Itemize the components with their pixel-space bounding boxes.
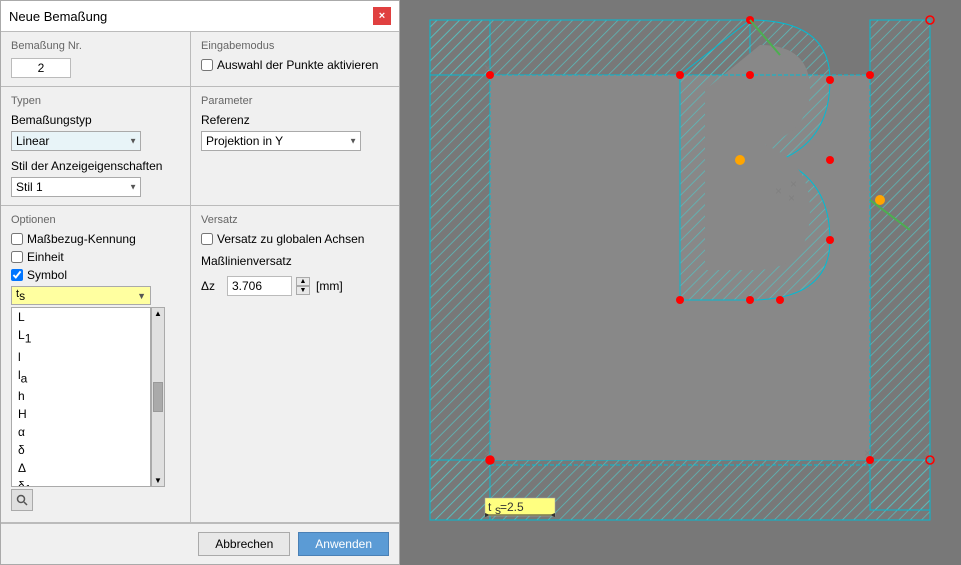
cad-view: × × × × × × × × t s =2.5	[400, 0, 961, 565]
apply-button[interactable]: Anwenden	[298, 532, 389, 556]
title-bar: Neue Bemaßung ×	[1, 1, 399, 32]
stil-select-wrapper: Stil 1	[11, 177, 141, 197]
dropdown-item-delta1[interactable]: δ1	[12, 477, 150, 487]
symbol-dropdown-container: L L1 l la h H α δ Δ δ1 ▲	[11, 307, 180, 487]
svg-text:×: ×	[484, 446, 491, 460]
dropdown-item-L[interactable]: L	[12, 308, 150, 326]
symbol-area: ts ▼ L L1 l la h H α δ	[11, 286, 180, 511]
versatz-section: Versatz Versatz zu globalen Achsen Maßli…	[191, 206, 399, 522]
massbezug-checkbox[interactable]	[11, 233, 23, 245]
dropdown-item-l[interactable]: l	[12, 348, 150, 366]
versatz-checkbox[interactable]	[201, 233, 213, 245]
scroll-down-arrow[interactable]: ▼	[154, 476, 162, 485]
einheit-text: Einheit	[27, 250, 64, 264]
stil-label-text: Stil der Anzeigeigenschaften	[11, 159, 180, 173]
symbol-dropdown[interactable]: L L1 l la h H α δ Δ δ1	[11, 307, 151, 487]
versatz-checkbox-text: Versatz zu globalen Achsen	[217, 232, 364, 246]
dropdown-item-h[interactable]: h	[12, 387, 150, 405]
svg-text:=2.5: =2.5	[500, 500, 524, 514]
svg-text:×: ×	[788, 191, 795, 205]
versatz-content: Maßlinienversatz Δz ▲ ▼ [mm]	[201, 254, 389, 296]
svg-text:×: ×	[924, 61, 931, 75]
symbol-checkbox[interactable]	[11, 269, 23, 281]
versatz-label: Versatz	[201, 214, 389, 226]
dropdown-item-delta[interactable]: δ	[12, 441, 150, 459]
stil-select[interactable]: Stil 1	[11, 177, 141, 197]
dropdown-item-la[interactable]: la	[12, 366, 150, 387]
search-icon	[16, 494, 28, 506]
eingabemodus-label: Eingabemodus	[201, 40, 389, 52]
spin-buttons: ▲ ▼	[296, 277, 310, 295]
linear-select-wrapper: Linear	[11, 131, 141, 151]
cad-svg: × × × × × × × × t s =2.5	[400, 0, 961, 565]
dropdown-item-H[interactable]: H	[12, 405, 150, 423]
referenz-select-wrapper: Projektion in Y	[201, 131, 361, 151]
symbol-input-display[interactable]: ts ▼	[11, 286, 151, 305]
svg-text:×: ×	[924, 446, 931, 460]
bemassungnr-section: Bemaßung Nr.	[1, 32, 191, 86]
symbol-input-row-wrapper: ts ▼	[11, 286, 180, 307]
dropdown-item-L1[interactable]: L1	[12, 326, 150, 347]
spin-up-button[interactable]: ▲	[296, 277, 310, 286]
symbol-text: Symbol	[27, 268, 67, 282]
parameter-section: Parameter Referenz Projektion in Y	[191, 87, 399, 205]
massbezug-text: Maßbezug-Kennung	[27, 232, 136, 246]
versatz-checkbox-label[interactable]: Versatz zu globalen Achsen	[201, 232, 389, 246]
dropdown-item-Delta[interactable]: Δ	[12, 459, 150, 477]
bemassungstyp-label-text: Bemaßungstyp	[11, 113, 180, 127]
punkte-aktivieren-checkbox[interactable]	[201, 59, 213, 71]
top-row: Bemaßung Nr. Eingabemodus Auswahl der Pu…	[1, 32, 399, 87]
symbol-dropdown-arrow: ▼	[137, 291, 146, 301]
typen-section: Typen Bemaßungstyp Linear Stil der Anzei…	[1, 87, 191, 205]
scroll-thumb[interactable]	[153, 382, 163, 412]
dialog-body: Bemaßung Nr. Eingabemodus Auswahl der Pu…	[1, 32, 399, 564]
close-button[interactable]: ×	[373, 7, 391, 25]
dialog-title: Neue Bemaßung	[9, 9, 107, 24]
footer-buttons: Abbrechen Anwenden	[1, 523, 399, 564]
optionen-section: Optionen Maßbezug-Kennung Einheit Symbol	[1, 206, 191, 522]
linear-select[interactable]: Linear	[11, 131, 141, 151]
bemassungnr-input[interactable]	[11, 58, 71, 78]
dropdown-scrollbar[interactable]: ▲ ▼	[151, 307, 165, 487]
punkte-aktivieren-text: Auswahl der Punkte aktivieren	[217, 58, 378, 72]
einheit-checkbox[interactable]	[11, 251, 23, 263]
mid-row: Typen Bemaßungstyp Linear Stil der Anzei…	[1, 87, 399, 206]
spin-down-button[interactable]: ▼	[296, 286, 310, 295]
cancel-button[interactable]: Abbrechen	[198, 532, 290, 556]
dropdown-item-alpha[interactable]: α	[12, 423, 150, 441]
versatz-unit: [mm]	[316, 279, 343, 293]
bemassungnr-label: Bemaßung Nr.	[11, 40, 180, 52]
svg-text:×: ×	[790, 177, 797, 191]
punkte-aktivieren-label[interactable]: Auswahl der Punkte aktivieren	[201, 58, 389, 72]
parameter-label: Parameter	[201, 95, 389, 107]
massbezug-label[interactable]: Maßbezug-Kennung	[11, 232, 180, 246]
eingabemodus-section: Eingabemodus Auswahl der Punkte aktivier…	[191, 32, 399, 86]
symbol-label[interactable]: Symbol	[11, 268, 180, 282]
svg-text:×: ×	[864, 446, 871, 460]
scroll-up-arrow[interactable]: ▲	[154, 309, 162, 318]
search-button[interactable]	[11, 489, 33, 511]
symbol-value-display: ts	[16, 288, 25, 303]
referenz-select[interactable]: Projektion in Y	[201, 131, 361, 151]
referenz-label-text: Referenz	[201, 113, 389, 127]
svg-text:×: ×	[775, 184, 782, 198]
masslinie-label: Maßlinienversatz	[201, 254, 389, 268]
versatz-input-row: Δz ▲ ▼ [mm]	[201, 276, 389, 296]
delta-z-input[interactable]	[227, 276, 292, 296]
svg-text:×: ×	[484, 61, 491, 75]
optionen-label: Optionen	[11, 214, 180, 226]
bottom-row: Optionen Maßbezug-Kennung Einheit Symbol	[1, 206, 399, 523]
einheit-label[interactable]: Einheit	[11, 250, 180, 264]
typen-label: Typen	[11, 95, 180, 107]
delta-z-label: Δz	[201, 279, 221, 293]
dialog-panel: Neue Bemaßung × Bemaßung Nr. Eingabemodu…	[0, 0, 400, 565]
